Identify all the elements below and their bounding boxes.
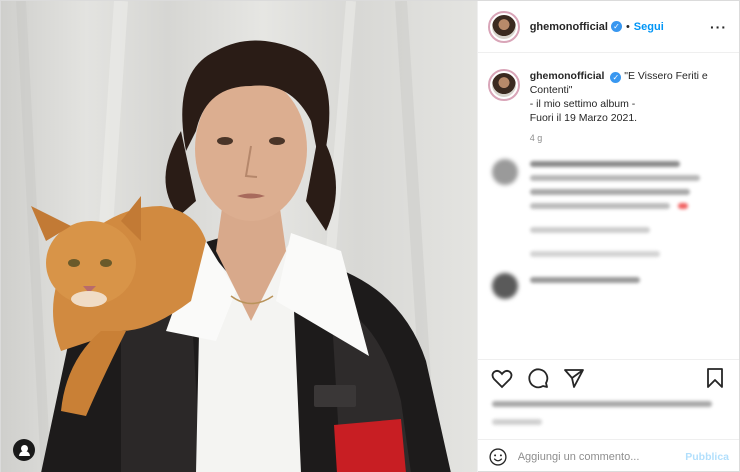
blurred-text bbox=[529, 175, 700, 181]
blurred-text bbox=[677, 203, 688, 209]
blurred-text bbox=[529, 277, 640, 283]
post-header: ghemonofficial ✓ • Segui ··· bbox=[477, 1, 739, 53]
caption: ghemonofficial ✓ "E Vissero Feriti e Con… bbox=[487, 69, 727, 125]
caption-line-2: - il mio settimo album - bbox=[529, 98, 636, 110]
blurred-likes bbox=[478, 395, 739, 439]
blurred-text bbox=[529, 203, 670, 209]
post-side-panel: ghemonofficial ✓ • Segui ··· ghemonoffic… bbox=[476, 1, 739, 472]
blurred-avatar bbox=[491, 159, 518, 185]
comments-area: ghemonofficial ✓ "E Vissero Feriti e Con… bbox=[478, 53, 739, 359]
blurred-text bbox=[529, 251, 660, 257]
add-comment-bar: Pubblica bbox=[477, 439, 739, 472]
paper-plane-icon[interactable] bbox=[562, 366, 586, 390]
separator-dot: • bbox=[625, 20, 630, 33]
caption-line-3: Fuori il 19 Marzo 2021. bbox=[529, 112, 638, 124]
blurred-text bbox=[529, 161, 680, 167]
instagram-post: ghemonofficial ✓ • Segui ··· ghemonoffic… bbox=[0, 0, 740, 472]
bookmark-icon[interactable] bbox=[703, 366, 727, 390]
caption-avatar[interactable] bbox=[487, 69, 520, 101]
post-age: 4 g bbox=[529, 133, 543, 143]
action-bar bbox=[477, 359, 739, 395]
more-horizontal-icon[interactable]: ··· bbox=[710, 19, 727, 35]
blurred-comments bbox=[488, 157, 727, 299]
emoji-icon[interactable] bbox=[488, 447, 508, 467]
verified-badge-icon: ✓ bbox=[610, 21, 622, 32]
blurred-text bbox=[529, 227, 650, 233]
publish-button[interactable]: Pubblica bbox=[685, 451, 729, 463]
user-tag-icon[interactable] bbox=[13, 439, 35, 461]
blurred-text bbox=[491, 401, 712, 407]
follow-button[interactable]: Segui bbox=[634, 21, 664, 33]
caption-username[interactable]: ghemonofficial bbox=[530, 70, 605, 82]
blurred-text bbox=[491, 419, 542, 425]
heart-icon[interactable] bbox=[490, 366, 514, 390]
username[interactable]: ghemonofficial bbox=[530, 21, 608, 33]
avatar[interactable] bbox=[487, 10, 520, 43]
photo-illustration bbox=[16, 1, 451, 472]
blurred-text bbox=[529, 189, 690, 195]
verified-badge-icon: ✓ bbox=[610, 72, 622, 83]
comment-icon[interactable] bbox=[526, 366, 550, 390]
post-photo[interactable] bbox=[1, 1, 477, 472]
blurred-avatar bbox=[491, 273, 518, 299]
comment-input[interactable] bbox=[517, 450, 686, 463]
caption-text: ghemonofficial ✓ "E Vissero Feriti e Con… bbox=[530, 69, 727, 125]
